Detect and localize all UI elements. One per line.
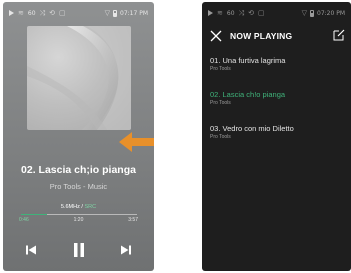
track-title: 02. Lascia ch;io pianga	[21, 164, 136, 176]
playlist-item-sub: Pro Tools	[210, 66, 231, 72]
prev-icon	[26, 245, 36, 255]
format-rate: 5.6MHz	[60, 204, 80, 210]
volume-icon: ≋	[217, 9, 223, 17]
pause-button[interactable]	[72, 242, 86, 258]
now-playing-screen: ≋ 60 ⤨ ⟲ ▢ ▽ 07:20 PM NOW PLAYING 01. Un…	[202, 2, 351, 271]
queue-icon: ▢	[59, 9, 66, 17]
next-icon	[121, 245, 131, 255]
format-mode: SRC	[84, 204, 97, 210]
time-row: 0:46 1:20 3:57	[19, 217, 138, 225]
wifi-icon: ▽	[104, 9, 110, 17]
progress-fill	[21, 214, 47, 215]
playlist-item[interactable]: 01. Una furtiva lagrima Pro Tools	[210, 56, 343, 78]
volume-value: 60	[27, 9, 36, 17]
next-button[interactable]	[120, 242, 132, 258]
time-current: 0:46	[19, 217, 29, 223]
time-mid: 1:20	[73, 217, 84, 223]
repeat-icon: ⟲	[49, 9, 55, 17]
repeat-icon: ⟲	[248, 9, 254, 17]
playlist-item-sub: Pro Tools	[210, 134, 231, 140]
queue-icon: ▢	[258, 9, 265, 17]
playback-controls	[21, 242, 136, 258]
close-icon[interactable]	[210, 30, 222, 42]
time-end: 3:57	[128, 217, 138, 223]
playlist-item-title: 03. Vedro con mio Diletto	[210, 124, 294, 133]
play-status-icon	[208, 10, 213, 16]
wifi-icon: ▽	[301, 9, 307, 17]
edit-icon[interactable]	[333, 29, 345, 41]
status-bar: ≋ 60 ⤨ ⟲ ▢ ▽ 07:17 PM	[3, 2, 154, 24]
album-art[interactable]	[27, 26, 131, 130]
previous-button[interactable]	[25, 242, 37, 258]
playlist-item[interactable]: 03. Vedro con mio Diletto Pro Tools	[210, 124, 343, 146]
player-screen: ≋ 60 ⤨ ⟲ ▢ ▽ 07:17 PM 02. Lascia ch;io p…	[3, 2, 154, 271]
pause-icon	[73, 243, 84, 257]
now-playing-title: NOW PLAYING	[230, 31, 293, 41]
shuffle-icon: ⤨	[39, 8, 46, 17]
playlist-item-title: 02. Lascia ch!o pianga	[210, 90, 286, 99]
playlist-item-title: 01. Una furtiva lagrima	[210, 56, 286, 65]
pointer-arrow-icon	[119, 132, 154, 152]
format-info: 5.6MHz / SRC	[3, 204, 154, 210]
playlist-item-active[interactable]: 02. Lascia ch!o pianga Pro Tools	[210, 90, 343, 112]
now-playing-header: NOW PLAYING	[202, 26, 351, 46]
track-subtitle: Pro Tools - Music	[49, 182, 108, 191]
progress-bar[interactable]	[21, 214, 137, 215]
playlist-item-sub: Pro Tools	[210, 100, 231, 106]
status-time: 07:17 PM	[120, 9, 148, 17]
format-separator: /	[81, 204, 83, 210]
shuffle-icon: ⤨	[238, 8, 245, 17]
status-time-2: 07:20 PM	[317, 9, 345, 17]
volume-value-2: 60	[226, 9, 235, 17]
play-status-icon	[9, 10, 14, 16]
volume-icon: ≋	[18, 9, 24, 17]
status-bar-2: ≋ 60 ⤨ ⟲ ▢ ▽ 07:20 PM	[202, 2, 351, 24]
battery-icon	[310, 9, 314, 17]
battery-icon	[113, 9, 117, 17]
